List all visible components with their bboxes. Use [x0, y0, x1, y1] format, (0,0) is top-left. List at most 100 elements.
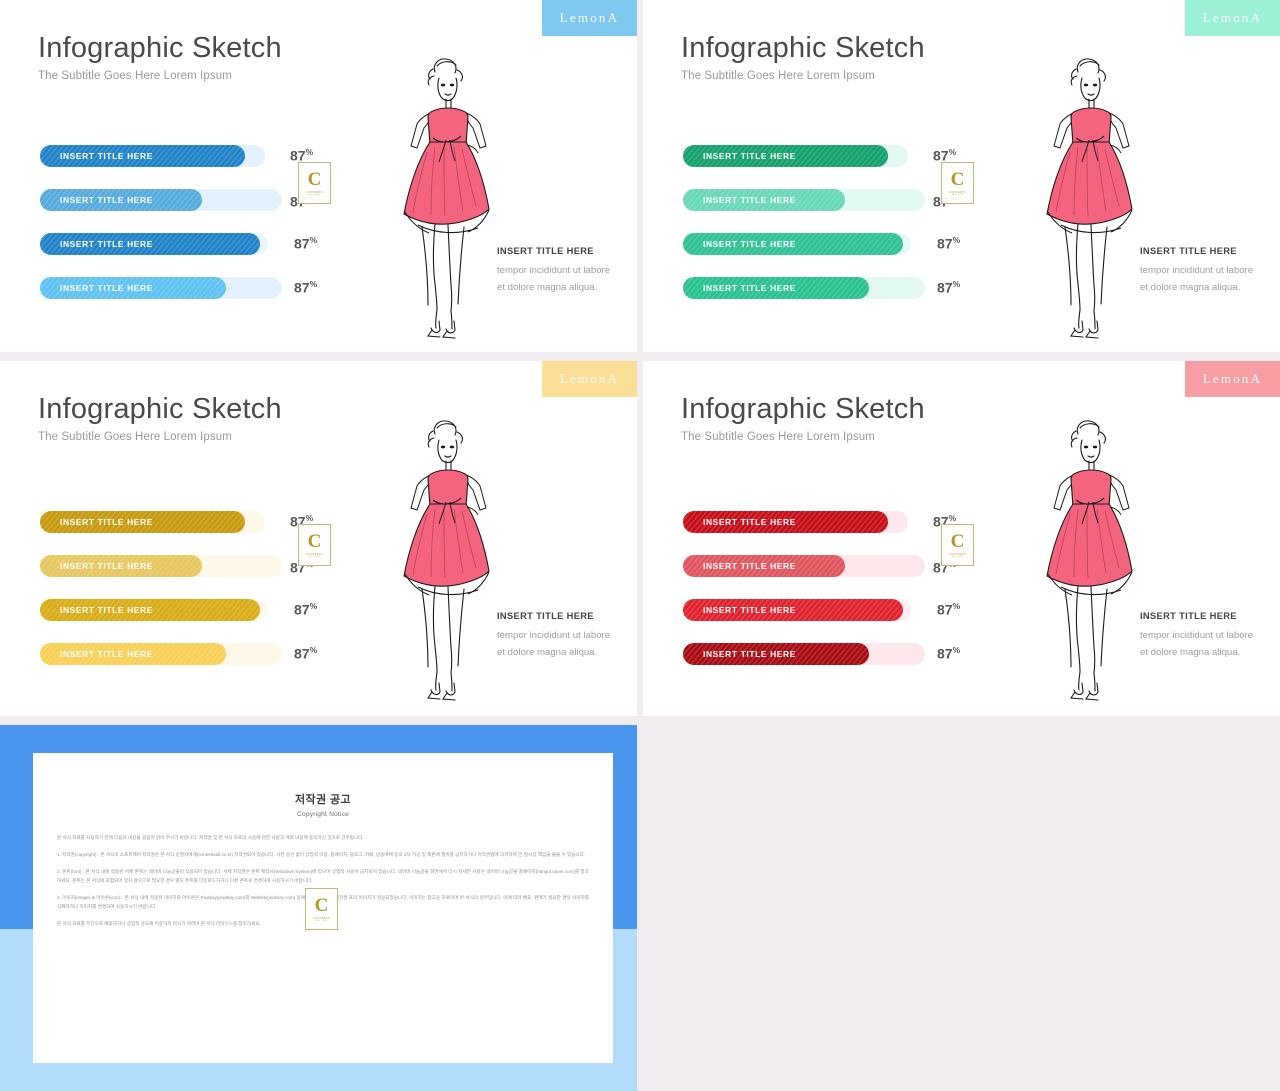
- slide-copyright[interactable]: 저작권 공고 Copyright Notice 본 서식 자료를 사용하기 전에…: [0, 725, 637, 1091]
- bar-value: 87%: [294, 601, 318, 618]
- description-block: INSERT TITLE HERE tempor incididunt ut l…: [497, 611, 617, 662]
- watermark-line2: ALL . COM: [952, 556, 963, 558]
- bar-fill: INSERT TITLE HERE: [683, 277, 869, 299]
- bar-value: 87%: [937, 601, 961, 618]
- bar-row[interactable]: INSERT TITLE HERE 87%: [683, 233, 1013, 255]
- description-block: INSERT TITLE HERE tempor incididunt ut l…: [1140, 246, 1260, 297]
- description-title: INSERT TITLE HERE: [497, 611, 594, 621]
- bar-value: 87%: [937, 235, 961, 252]
- page-title: Infographic Sketch: [681, 32, 925, 64]
- page-title: Infographic Sketch: [38, 32, 282, 64]
- bar-value: 87%: [937, 645, 961, 662]
- bar-row[interactable]: INSERT TITLE HERE 87%: [40, 233, 370, 255]
- bar-label: INSERT TITLE HERE: [60, 239, 153, 249]
- page-subtitle: The Subtitle Goes Here Lorem Ipsum: [681, 431, 875, 443]
- bar-label: INSERT TITLE HERE: [703, 239, 796, 249]
- slide-green[interactable]: LemonA Infographic Sketch The Subtitle G…: [643, 0, 1280, 352]
- description-block: INSERT TITLE HERE tempor incididunt ut l…: [497, 246, 617, 297]
- description-body: tempor incididunt ut labore et dolore ma…: [1140, 265, 1254, 293]
- watermark-line2: ALL . COM: [952, 194, 963, 196]
- bar-label: INSERT TITLE HERE: [60, 649, 153, 659]
- page-title: Infographic Sketch: [681, 393, 925, 425]
- page-subtitle: The Subtitle Goes Here Lorem Ipsum: [38, 70, 232, 82]
- bar-label: INSERT TITLE HERE: [60, 561, 153, 571]
- copyright-paragraph: 본 서식 자료를 사용하기 전에 다음의 내용을 꼼꼼히 읽어 주시기 바랍니다…: [57, 835, 364, 840]
- logo-badge: LemonA: [542, 0, 637, 36]
- logo-text: LemonA: [1202, 10, 1263, 25]
- watermark-letter: C: [950, 531, 965, 552]
- watermark-letter: C: [950, 169, 965, 190]
- description-body: tempor incididunt ut labore et dolore ma…: [1140, 630, 1254, 658]
- bar-row[interactable]: INSERT TITLE HERE 87%: [40, 277, 370, 299]
- bar-fill: INSERT TITLE HERE: [40, 643, 226, 665]
- logo-badge: LemonA: [1185, 0, 1280, 36]
- page-subtitle: The Subtitle Goes Here Lorem Ipsum: [38, 431, 232, 443]
- bar-fill: INSERT TITLE HERE: [683, 189, 845, 211]
- bar-label: INSERT TITLE HERE: [60, 605, 153, 615]
- bar-fill: INSERT TITLE HERE: [40, 511, 245, 533]
- bar-row[interactable]: INSERT TITLE HERE 87%: [683, 599, 1013, 621]
- bar-fill: INSERT TITLE HERE: [683, 233, 903, 255]
- logo-text: LemonA: [559, 10, 620, 25]
- slide-deck: LemonA Infographic Sketch The Subtitle G…: [0, 0, 1280, 1091]
- slide-gold[interactable]: LemonA Infographic Sketch The Subtitle G…: [0, 361, 637, 716]
- bar-label: INSERT TITLE HERE: [703, 283, 796, 293]
- bar-row[interactable]: INSERT TITLE HERE 87%: [683, 277, 1013, 299]
- logo-text: LemonA: [559, 371, 620, 386]
- bar-fill: INSERT TITLE HERE: [40, 277, 226, 299]
- bar-label: INSERT TITLE HERE: [60, 517, 153, 527]
- copyright-frame: 저작권 공고 Copyright Notice 본 서식 자료를 사용하기 전에…: [0, 725, 637, 1091]
- copyright-paragraph: 1. 저작권(copyright) : 본 서식의 소프트웨어 저작권은 본 서…: [57, 851, 586, 857]
- watermark-letter: C: [307, 169, 322, 190]
- bar-fill: INSERT TITLE HERE: [40, 555, 202, 577]
- page-title: Infographic Sketch: [38, 393, 282, 425]
- logo-text: LemonA: [1202, 371, 1263, 386]
- contents-watermark: C CONTENTS ALL . COM: [941, 524, 974, 566]
- copyright-paragraph: 2. 폰트(font) : 본 서식 내에 적용된 서체 폰트는 네이버 나눔글…: [57, 868, 589, 883]
- description-block: INSERT TITLE HERE tempor incididunt ut l…: [1140, 611, 1260, 662]
- description-body: tempor incididunt ut labore et dolore ma…: [497, 265, 611, 293]
- watermark-line2: ALL . COM: [309, 194, 320, 196]
- copyright-subtitle: Copyright Notice: [297, 811, 349, 818]
- bar-fill: INSERT TITLE HERE: [683, 599, 903, 621]
- bar-value: 87%: [937, 279, 961, 296]
- bar-row[interactable]: INSERT TITLE HERE 87%: [40, 599, 370, 621]
- description-title: INSERT TITLE HERE: [497, 246, 594, 256]
- contents-watermark: C CONTENTS ALL . COM: [305, 888, 338, 930]
- bar-label: INSERT TITLE HERE: [60, 195, 153, 205]
- bar-label: INSERT TITLE HERE: [60, 283, 153, 293]
- bar-value: 87%: [294, 235, 318, 252]
- watermark-line2: ALL . COM: [309, 556, 320, 558]
- bar-value: 87%: [294, 645, 318, 662]
- bar-row[interactable]: INSERT TITLE HERE 87%: [40, 643, 370, 665]
- bar-label: INSERT TITLE HERE: [703, 517, 796, 527]
- bar-fill: INSERT TITLE HERE: [683, 511, 888, 533]
- contents-watermark: C CONTENTS ALL . COM: [941, 162, 974, 204]
- fashion-sketch-illustration: [403, 58, 490, 339]
- watermark-line2: ALL . COM: [316, 920, 327, 922]
- bar-label: INSERT TITLE HERE: [703, 195, 796, 205]
- bar-fill: INSERT TITLE HERE: [40, 145, 245, 167]
- slide-red[interactable]: LemonA Infographic Sketch The Subtitle G…: [643, 361, 1280, 716]
- bar-label: INSERT TITLE HERE: [60, 151, 153, 161]
- description-title: INSERT TITLE HERE: [1140, 246, 1237, 256]
- logo-badge: LemonA: [542, 361, 637, 397]
- bar-label: INSERT TITLE HERE: [703, 561, 796, 571]
- bar-value: 87%: [294, 279, 318, 296]
- empty-area: [637, 717, 1280, 1089]
- fashion-sketch-illustration: [1046, 58, 1133, 339]
- bar-label: INSERT TITLE HERE: [703, 151, 796, 161]
- watermark-letter: C: [307, 531, 322, 552]
- bar-fill: INSERT TITLE HERE: [40, 233, 260, 255]
- bar-fill: INSERT TITLE HERE: [40, 189, 202, 211]
- contents-watermark: C CONTENTS ALL . COM: [298, 162, 331, 204]
- watermark-letter: C: [314, 895, 329, 916]
- contents-watermark: C CONTENTS ALL . COM: [298, 524, 331, 566]
- page-subtitle: The Subtitle Goes Here Lorem Ipsum: [681, 70, 875, 82]
- description-body: tempor incididunt ut labore et dolore ma…: [497, 630, 611, 658]
- logo-badge: LemonA: [1185, 361, 1280, 397]
- bar-label: INSERT TITLE HERE: [703, 605, 796, 615]
- bar-fill: INSERT TITLE HERE: [683, 643, 869, 665]
- slide-blue[interactable]: LemonA Infographic Sketch The Subtitle G…: [0, 0, 637, 352]
- bar-row[interactable]: INSERT TITLE HERE 87%: [683, 643, 1013, 665]
